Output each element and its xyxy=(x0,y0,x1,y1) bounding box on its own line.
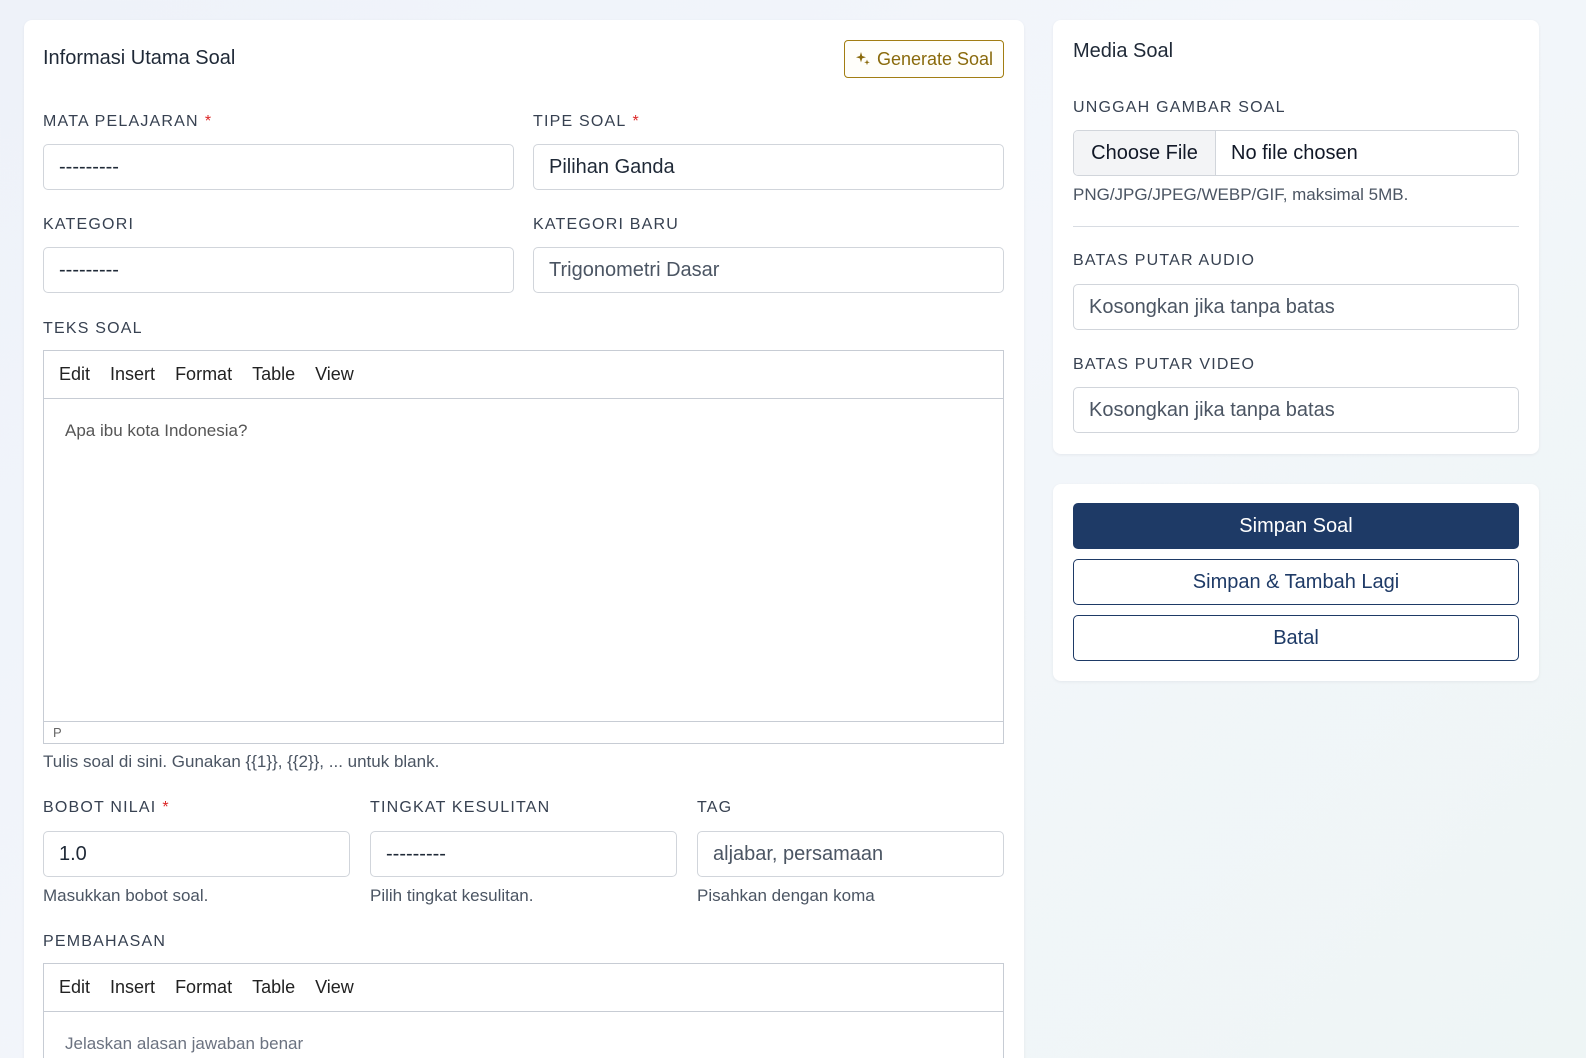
tag-help: Pisahkan dengan koma xyxy=(697,886,875,905)
batas-video-input[interactable]: Kosongkan jika tanpa batas xyxy=(1073,387,1519,433)
choose-file-button[interactable]: Choose File xyxy=(1074,131,1216,175)
pembahasan-label: PEMBAHASAN xyxy=(43,933,167,950)
card-title: Informasi Utama Soal xyxy=(43,47,236,69)
batas-audio-input[interactable]: Kosongkan jika tanpa batas xyxy=(1073,284,1519,330)
mata-pelajaran-select[interactable]: --------- xyxy=(43,144,514,190)
editor-menubar: Edit Insert Format Table View xyxy=(44,351,1003,399)
required-marker: * xyxy=(162,799,170,816)
kategori-baru-input[interactable]: Trigonometri Dasar xyxy=(533,247,1004,293)
tingkat-kesulitan-select[interactable]: --------- xyxy=(370,831,677,877)
tag-placeholder: aljabar, persamaan xyxy=(713,842,884,865)
required-marker: * xyxy=(204,113,213,130)
menu-format[interactable]: Format xyxy=(175,364,232,385)
menu-edit[interactable]: Edit xyxy=(59,364,90,385)
file-status: No file chosen xyxy=(1231,141,1358,164)
question-info-card: Informasi Utama Soal Generate Soal MATA … xyxy=(24,20,1024,1058)
menu-edit[interactable]: Edit xyxy=(59,977,90,998)
gambar-help: PNG/JPG/JPEG/WEBP/GIF, maksimal 5MB. xyxy=(1073,185,1409,204)
teks-soal-help: Tulis soal di sini. Gunakan {{1}}, {{2}}… xyxy=(43,752,440,771)
bobot-nilai-label: BOBOT NILAI * xyxy=(43,799,170,817)
tipe-soal-value: Pilihan Ganda xyxy=(549,155,675,178)
menu-table[interactable]: Table xyxy=(252,364,295,385)
mata-pelajaran-value: --------- xyxy=(59,155,119,178)
kategori-baru-placeholder: Trigonometri Dasar xyxy=(549,258,720,281)
tag-input[interactable]: aljabar, persamaan xyxy=(697,831,1004,877)
kategori-baru-label: KATEGORI BARU xyxy=(533,216,679,233)
editor-statusbar: P xyxy=(44,721,1003,743)
pembahasan-editor[interactable]: Edit Insert Format Table View Jelaskan a… xyxy=(43,963,1004,1058)
menu-insert[interactable]: Insert xyxy=(110,364,155,385)
batas-audio-placeholder: Kosongkan jika tanpa batas xyxy=(1089,295,1335,318)
tingkat-kesulitan-help: Pilih tingkat kesulitan. xyxy=(370,886,534,905)
bobot-nilai-label-text: BOBOT NILAI xyxy=(43,799,157,816)
kategori-value: --------- xyxy=(59,258,119,281)
menu-table[interactable]: Table xyxy=(252,977,295,998)
bobot-nilai-help: Masukkan bobot soal. xyxy=(43,886,209,905)
sparkle-icon xyxy=(855,52,870,66)
tipe-soal-label: TIPE SOAL * xyxy=(533,113,640,131)
actions-card: Simpan Soal Simpan & Tambah Lagi Batal xyxy=(1053,484,1539,681)
editor-content[interactable]: Apa ibu kota Indonesia? xyxy=(44,399,1003,463)
batal-button[interactable]: Batal xyxy=(1073,615,1519,661)
kategori-label: KATEGORI xyxy=(43,216,135,233)
tipe-soal-label-text: TIPE SOAL xyxy=(533,113,627,130)
card-title: Media Soal xyxy=(1073,40,1174,62)
media-soal-card: Media Soal UNGGAH GAMBAR SOAL Choose Fil… xyxy=(1053,20,1539,454)
tag-label: TAG xyxy=(697,799,733,816)
editor-menubar: Edit Insert Format Table View xyxy=(44,964,1003,1012)
mata-pelajaran-label-text: MATA PELAJARAN xyxy=(43,113,199,130)
bobot-nilai-value: 1.0 xyxy=(59,842,87,865)
menu-view[interactable]: View xyxy=(315,364,354,385)
menu-insert[interactable]: Insert xyxy=(110,977,155,998)
mata-pelajaran-label: MATA PELAJARAN * xyxy=(43,113,212,131)
tingkat-kesulitan-value: --------- xyxy=(386,842,446,865)
tipe-soal-select[interactable]: Pilihan Ganda xyxy=(533,144,1004,190)
simpan-soal-button[interactable]: Simpan Soal xyxy=(1073,503,1519,549)
required-marker: * xyxy=(632,113,640,130)
bobot-nilai-input[interactable]: 1.0 xyxy=(43,831,350,877)
tingkat-kesulitan-label: TINGKAT KESULITAN xyxy=(370,799,551,816)
kategori-select[interactable]: --------- xyxy=(43,247,514,293)
generate-soal-button[interactable]: Generate Soal xyxy=(844,40,1004,78)
menu-format[interactable]: Format xyxy=(175,977,232,998)
menu-view[interactable]: View xyxy=(315,977,354,998)
teks-soal-editor[interactable]: Edit Insert Format Table View Apa ibu ko… xyxy=(43,350,1004,744)
simpan-tambah-button[interactable]: Simpan & Tambah Lagi xyxy=(1073,559,1519,605)
teks-soal-label: TEKS SOAL xyxy=(43,320,143,337)
generate-soal-label: Generate Soal xyxy=(876,48,994,69)
divider xyxy=(1073,226,1519,227)
pembahasan-placeholder[interactable]: Jelaskan alasan jawaban benar xyxy=(44,1012,1003,1058)
batas-audio-label: BATAS PUTAR AUDIO xyxy=(1073,252,1256,269)
gambar-file-input[interactable]: Choose File No file chosen xyxy=(1073,130,1519,176)
batas-video-placeholder: Kosongkan jika tanpa batas xyxy=(1089,398,1335,421)
unggah-gambar-label: UNGGAH GAMBAR SOAL xyxy=(1073,99,1286,116)
batas-video-label: BATAS PUTAR VIDEO xyxy=(1073,356,1256,373)
